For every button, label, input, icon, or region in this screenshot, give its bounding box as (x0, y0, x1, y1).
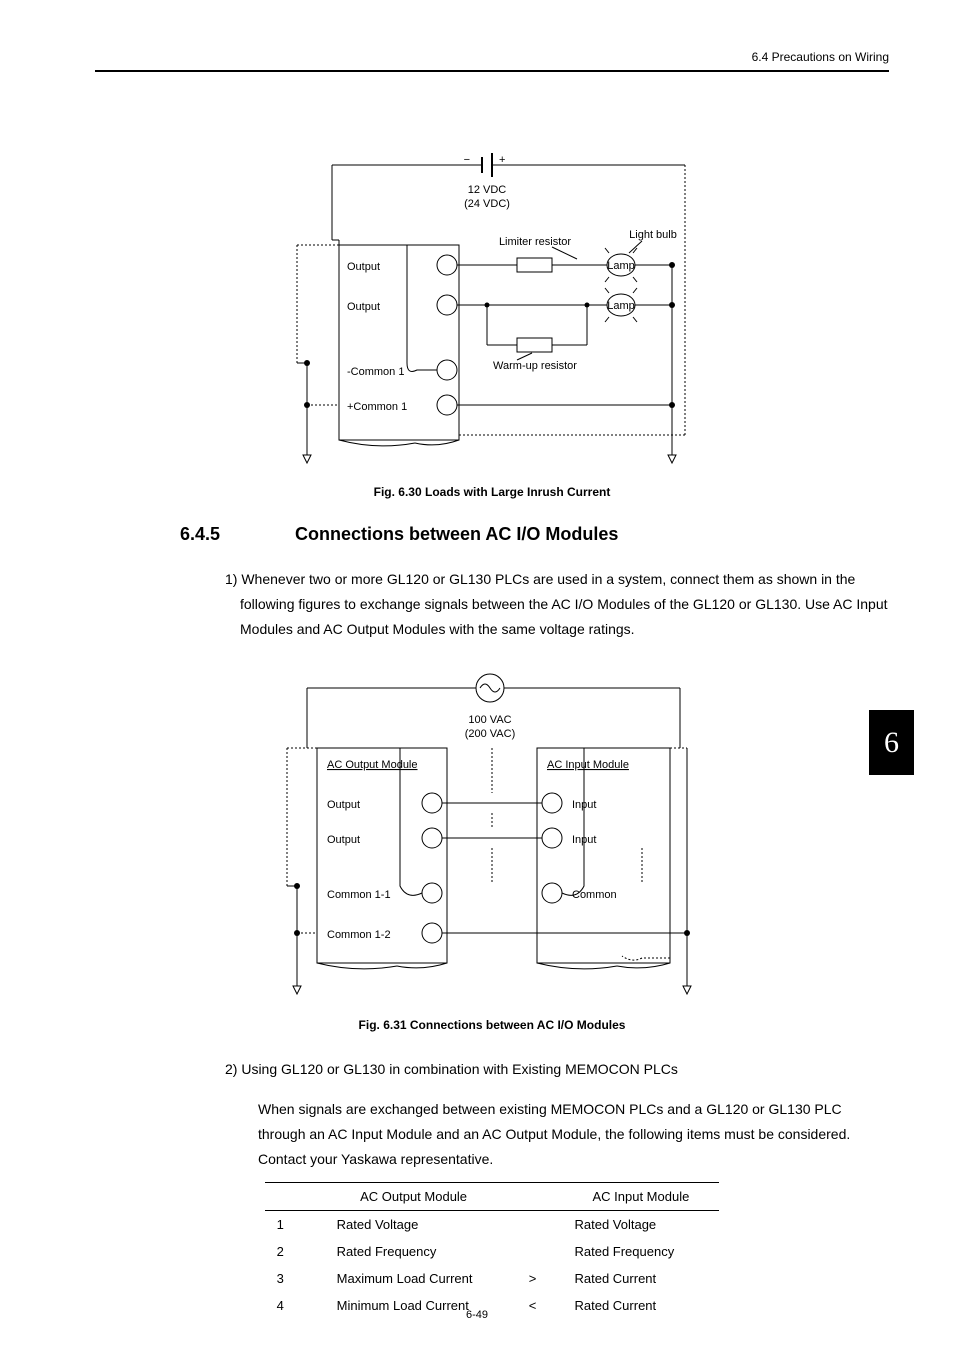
fig30-limiter: Limiter resistor (499, 236, 571, 248)
fig30-output1: Output (347, 261, 380, 273)
row-out: Rated Voltage (325, 1211, 503, 1239)
fig30-lamp2: Lamp (607, 300, 635, 312)
row-in: Rated Current (562, 1265, 719, 1292)
fig31-common-12: Common 1-2 (327, 929, 391, 941)
figure-6-30-caption: Fig. 6.30 Loads with Large Inrush Curren… (95, 485, 889, 499)
spec-table: AC Output Module AC Input Module 1 Rated… (265, 1182, 720, 1319)
figure-6-30-svg: − + 12 VDC (24 VDC) Output Limiter resis… (277, 145, 707, 475)
row-in: Rated Voltage (562, 1211, 719, 1239)
row-op (502, 1238, 562, 1265)
paragraph-2-body: When signals are exchanged between exist… (258, 1097, 889, 1173)
page-content: − + 12 VDC (24 VDC) Output Limiter resis… (95, 120, 889, 1319)
table-header-op (502, 1183, 562, 1211)
figure-6-30: − + 12 VDC (24 VDC) Output Limiter resis… (95, 145, 889, 475)
fig31-output1: Output (327, 799, 360, 811)
fig31-ac-input-module: AC Input Module (547, 759, 629, 771)
fig30-warmup: Warm-up resistor (493, 360, 577, 372)
row-op (502, 1211, 562, 1239)
row-num: 1 (265, 1211, 325, 1239)
table-row: 2 Rated Frequency Rated Frequency (265, 1238, 720, 1265)
fig31-common: Common (572, 889, 617, 901)
svg-text:+: + (499, 154, 505, 166)
figure-6-31: 100 VAC (200 VAC) AC Output Module AC In… (95, 668, 889, 1008)
page-number: 6-49 (0, 1309, 954, 1321)
fig31-common-11: Common 1-1 (327, 889, 391, 901)
section-title: Connections between AC I/O Modules (295, 524, 618, 544)
table-header-output: AC Output Module (325, 1183, 503, 1211)
section-number: 6.4.5 (180, 524, 295, 545)
fig31-voltage-alt: (200 VAC) (465, 728, 516, 740)
table-header-row: AC Output Module AC Input Module (265, 1183, 720, 1211)
fig30-plus-common: +Common 1 (347, 401, 407, 413)
fig30-lamp1: Lamp (607, 260, 635, 272)
fig30-voltage-alt: (24 VDC) (464, 198, 510, 210)
fig30-minus-common: -Common 1 (347, 366, 404, 378)
row-num: 2 (265, 1238, 325, 1265)
fig31-voltage-main: 100 VAC (468, 714, 511, 726)
table-row: 1 Rated Voltage Rated Voltage (265, 1211, 720, 1239)
row-out: Maximum Load Current (325, 1265, 503, 1292)
row-in: Rated Frequency (562, 1238, 719, 1265)
fig31-ac-output-module: AC Output Module (327, 759, 418, 771)
header-breadcrumb: 6.4 Precautions on Wiring (752, 50, 889, 64)
row-out: Rated Frequency (325, 1238, 503, 1265)
figure-6-31-caption: Fig. 6.31 Connections between AC I/O Mod… (95, 1018, 889, 1032)
paragraph-1: 1) Whenever two or more GL120 or GL130 P… (240, 567, 889, 643)
paragraph-2-head: 2) Using GL120 or GL130 in combination w… (240, 1057, 889, 1082)
row-num: 3 (265, 1265, 325, 1292)
header-rule (95, 70, 889, 72)
svg-text:−: − (464, 154, 470, 166)
row-op: > (502, 1265, 562, 1292)
fig30-voltage-main: 12 VDC (468, 184, 507, 196)
fig31-output2: Output (327, 834, 360, 846)
table-header-input: AC Input Module (562, 1183, 719, 1211)
fig30-output2: Output (347, 301, 380, 313)
section-heading: 6.4.5Connections between AC I/O Modules (95, 524, 889, 545)
fig30-light-bulb1: Light bulb (629, 229, 677, 241)
table-row: 3 Maximum Load Current > Rated Current (265, 1265, 720, 1292)
figure-6-31-svg: 100 VAC (200 VAC) AC Output Module AC In… (272, 668, 712, 1008)
